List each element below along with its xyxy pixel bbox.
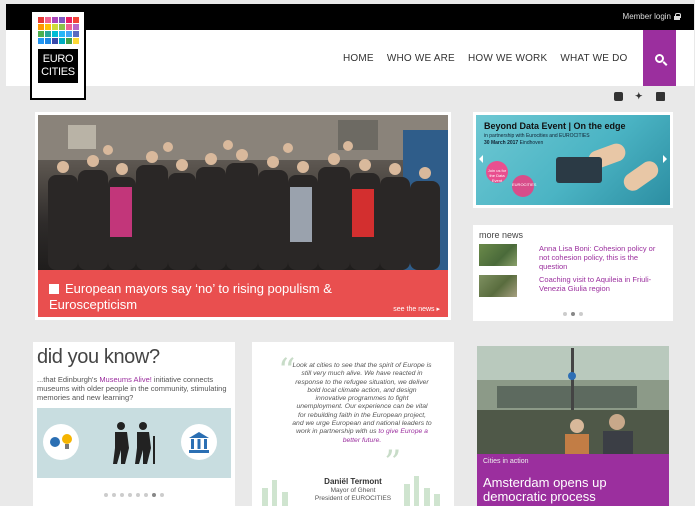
amsterdam-news-card[interactable]: Cities in action Amsterdam opens up demo…	[477, 346, 669, 506]
did-you-know-pagination	[37, 484, 231, 502]
list-item[interactable]: Anna Lisa Boni: Cohesion policy or not c…	[479, 244, 667, 271]
social-links: ✦	[614, 92, 665, 101]
hero-title-band: European mayors say ‘no’ to rising popul…	[38, 270, 448, 317]
event-banner-image: Beyond Data Event | On the edge in partn…	[476, 115, 670, 205]
event-title: Beyond Data Event | On the edge	[484, 121, 626, 131]
event-host: Eindhoven	[519, 140, 544, 146]
list-item[interactable]: Coaching visit to Aquileia in Friuli-Ven…	[479, 275, 667, 297]
logo-color-grid	[38, 17, 80, 44]
nav-item-home[interactable]: HOME	[343, 53, 374, 64]
more-news-card: more news Anna Lisa Boni: Cohesion polic…	[473, 225, 673, 321]
quote-text: Look at cities to see that the spirit of…	[292, 362, 432, 445]
carousel-next-icon[interactable]	[663, 155, 667, 163]
pagination-dot[interactable]	[136, 493, 140, 497]
lightbulb-icon	[43, 424, 79, 460]
carousel-prev-icon[interactable]	[479, 155, 483, 163]
elderly-people-icon	[107, 420, 159, 464]
hero-title[interactable]: European mayors say ‘no’ to rising popul…	[49, 281, 379, 313]
pagination-dot[interactable]	[112, 493, 116, 497]
search-icon	[655, 53, 664, 63]
event-subtitle: in partnership with Eurocities and EUROC…	[484, 133, 604, 147]
amsterdam-photo	[477, 346, 669, 454]
nav-item-what-we-do[interactable]: WHAT WE DO	[560, 53, 627, 64]
hero-photo-illustration	[38, 115, 448, 270]
primary-nav: HOME WHO WE ARE HOW WE WORK WHAT WE DO	[343, 53, 628, 64]
nav-item-who-we-are[interactable]: WHO WE ARE	[387, 53, 455, 64]
museum-icon	[181, 424, 217, 460]
more-news-pagination	[479, 303, 667, 321]
event-date: 30 March 2017	[484, 140, 519, 146]
top-bar: Member login	[6, 4, 694, 30]
see-news-link[interactable]: see the news ▸	[393, 305, 440, 313]
did-you-know-heading: did you know?	[37, 346, 160, 368]
pagination-dot[interactable]	[120, 493, 124, 497]
flickr-icon[interactable]	[614, 92, 623, 101]
did-you-know-text-pre: ...that Edinburgh's	[37, 375, 100, 384]
event-hand-2	[620, 157, 662, 195]
lock-icon	[674, 13, 681, 20]
news-thumbnail	[479, 275, 517, 297]
nav-item-how-we-work[interactable]: HOW WE WORK	[468, 53, 547, 64]
hero-group-photo	[38, 115, 448, 270]
amsterdam-title[interactable]: Amsterdam opens up democratic process	[483, 476, 663, 504]
pagination-dot[interactable]	[563, 312, 567, 316]
did-you-know-illustration	[37, 408, 231, 478]
news-link[interactable]: Coaching visit to Aquileia in Friuli-Ven…	[539, 275, 667, 297]
member-login-link[interactable]: Member login	[622, 12, 681, 21]
logo-wordmark: EURO CITIES	[38, 49, 78, 83]
amsterdam-title-band: Cities in action Amsterdam opens up demo…	[477, 454, 669, 506]
news-link[interactable]: Anna Lisa Boni: Cohesion policy or not c…	[539, 244, 667, 271]
museums-alive-link[interactable]: Museums Alive!	[99, 375, 152, 384]
eurocities-logo[interactable]: EURO CITIES	[30, 10, 86, 100]
pagination-dot[interactable]	[144, 493, 148, 497]
search-button[interactable]	[643, 30, 676, 86]
main-navbar: EURO CITIES HOME WHO WE ARE HOW WE WORK …	[6, 10, 694, 100]
member-login-label: Member login	[622, 12, 671, 21]
youtube-icon[interactable]	[656, 92, 665, 101]
quote-text-body: Look at cities to see that the spirit of…	[292, 362, 432, 436]
more-news-heading: more news	[479, 230, 524, 240]
pagination-dot-active[interactable]	[571, 312, 575, 316]
event-subtitle-text: in partnership with Eurocities and EUROC…	[484, 133, 590, 139]
logo-line-1: EURO	[42, 53, 74, 65]
pagination-dot[interactable]	[128, 493, 132, 497]
pagination-dot[interactable]	[160, 493, 164, 497]
pagination-dot-active[interactable]	[152, 493, 156, 497]
city-skyline-decoration	[262, 476, 440, 506]
hero-news-card[interactable]: European mayors say ‘no’ to rising popul…	[35, 112, 451, 320]
quote-card: “ Look at cities to see that the spirit …	[252, 342, 454, 506]
event-banner[interactable]: Beyond Data Event | On the edge in partn…	[473, 112, 673, 208]
event-badge-2: EUROCITIES	[512, 175, 536, 197]
logo-line-2: CITIES	[41, 66, 75, 78]
twitter-icon[interactable]: ✦	[635, 92, 644, 101]
news-thumbnail	[479, 244, 517, 266]
amsterdam-category[interactable]: Cities in action	[483, 458, 529, 465]
did-you-know-card: did you know? ...that Edinburgh's Museum…	[33, 342, 235, 506]
did-you-know-text: ...that Edinburgh's Museums Alive! initi…	[37, 375, 231, 402]
pagination-dot[interactable]	[579, 312, 583, 316]
event-phone	[556, 157, 602, 183]
event-badge-1: Join us for the Data Event	[486, 161, 508, 183]
pagination-dot[interactable]	[104, 493, 108, 497]
